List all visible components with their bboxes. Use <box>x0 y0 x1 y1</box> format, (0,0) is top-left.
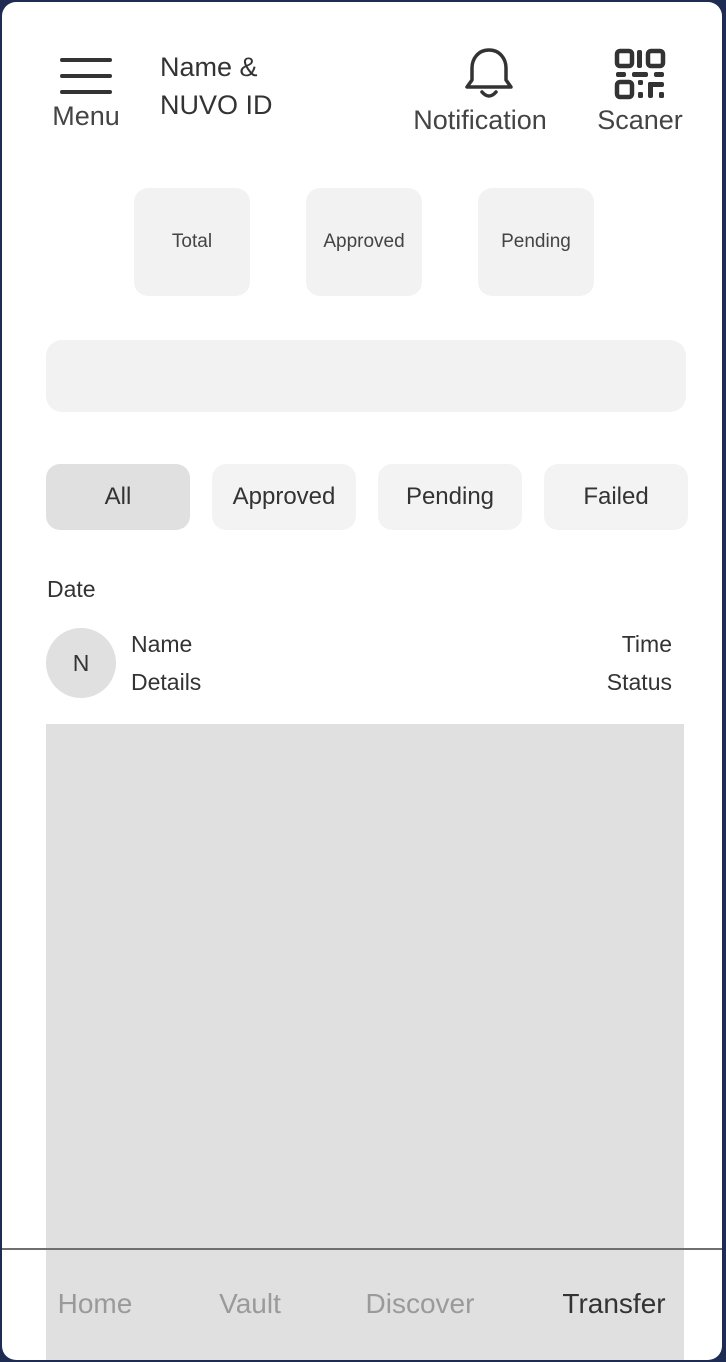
stat-card-pending[interactable]: Pending <box>478 188 594 296</box>
qr-scanner-icon[interactable] <box>614 48 666 100</box>
filter-chip-label: Pending <box>405 483 495 510</box>
filter-chip-approved[interactable]: Approved <box>212 464 356 530</box>
stat-total-label: Total <box>171 231 213 252</box>
filter-chip-label: All <box>104 483 132 510</box>
user-name-id: Name & NUVO ID <box>160 48 273 124</box>
filter-chip-label: Approved <box>232 483 336 510</box>
transaction-details: Details <box>131 669 202 695</box>
menu-icon[interactable] <box>60 58 112 94</box>
nav-discover[interactable]: Discover <box>352 1288 488 1320</box>
transaction-list-placeholder <box>46 724 684 1360</box>
stat-card-approved[interactable]: Approved <box>306 188 422 296</box>
filter-chip-pending[interactable]: Pending <box>378 464 522 530</box>
date-group-label: Date <box>47 576 96 602</box>
transaction-status: Status <box>606 669 672 695</box>
avatar: N <box>46 628 116 698</box>
avatar-initial: N <box>72 649 90 676</box>
transaction-time: Time <box>621 631 672 657</box>
bottom-nav-divider <box>2 1248 722 1250</box>
search-input[interactable] <box>46 340 686 412</box>
app-frame: Menu Name & NUVO ID Notification Scaner <box>2 2 722 1360</box>
scanner-label[interactable]: Scaner <box>590 105 690 136</box>
transaction-name: Name <box>131 631 193 657</box>
transaction-row-left[interactable]: Name Details <box>131 625 201 701</box>
filter-chip-all[interactable]: All <box>46 464 190 530</box>
nav-home[interactable]: Home <box>42 1288 148 1320</box>
user-name-line: Name & <box>160 52 258 82</box>
filter-chip-failed[interactable]: Failed <box>544 464 688 530</box>
notification-label[interactable]: Notification <box>400 105 560 136</box>
nav-transfer[interactable]: Transfer <box>546 1288 682 1320</box>
menu-label[interactable]: Menu <box>46 101 126 132</box>
nuvo-id-line: NUVO ID <box>160 90 273 120</box>
transaction-row-right[interactable]: Time Status <box>607 625 672 701</box>
stat-card-total[interactable]: Total <box>134 188 250 296</box>
nav-vault[interactable]: Vault <box>202 1288 298 1320</box>
stat-pending-label: Pending <box>501 231 571 252</box>
stat-approved-label: Approved <box>323 231 405 252</box>
filter-chip-label: Failed <box>583 483 649 510</box>
bell-icon[interactable] <box>462 46 516 102</box>
